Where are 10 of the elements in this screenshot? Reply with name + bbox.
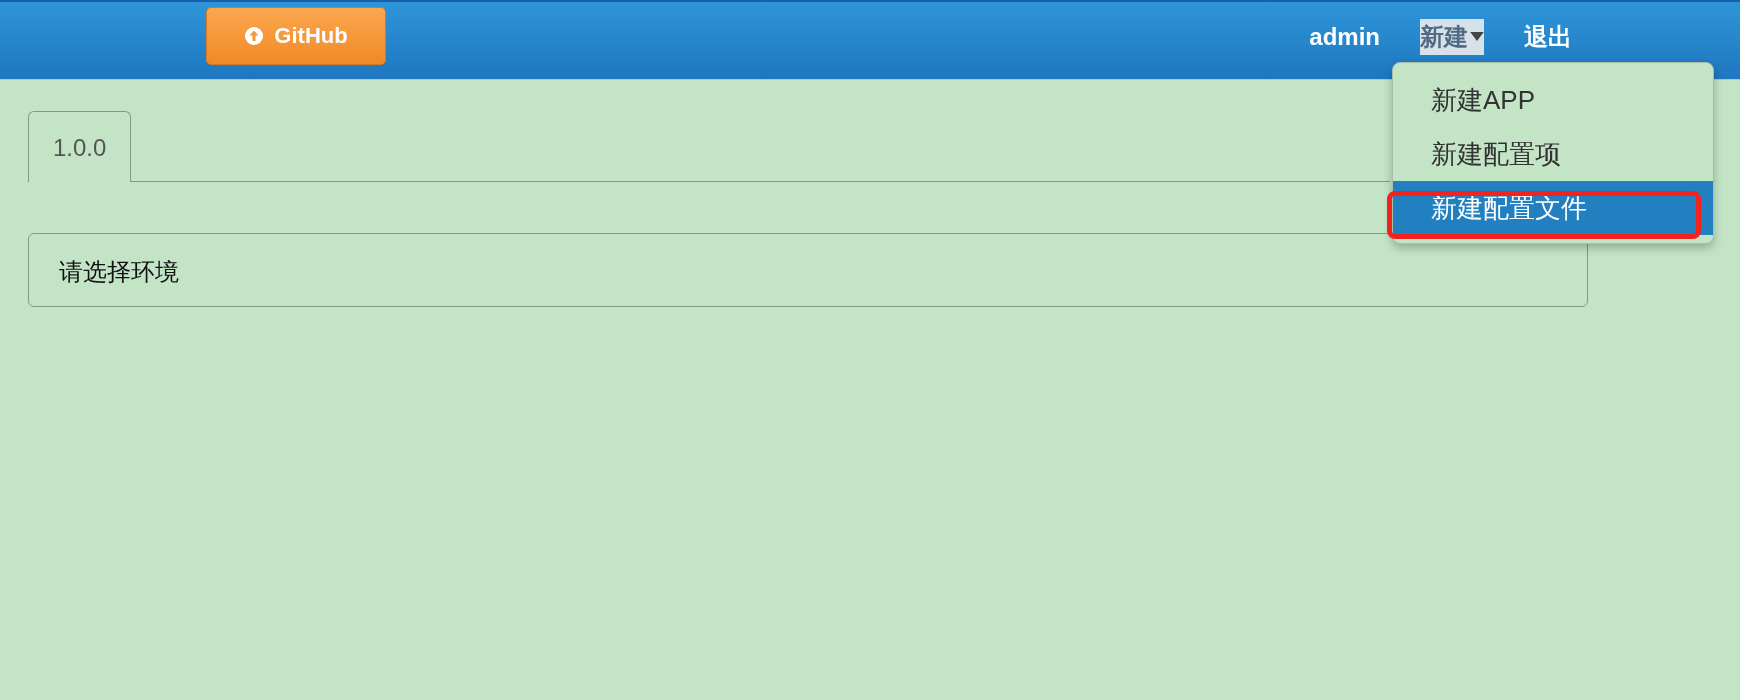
menu-item[interactable]: 新建配置项 xyxy=(1393,127,1713,181)
nav-link[interactable]: admin xyxy=(1309,20,1380,53)
caret-icon xyxy=(1470,32,1484,41)
upload-icon xyxy=(244,25,265,46)
nav-link[interactable]: 退出 xyxy=(1524,18,1572,55)
menu-item[interactable]: 新建APP xyxy=(1393,73,1713,127)
github-button[interactable]: GitHub xyxy=(206,6,386,65)
dropdown-toggle[interactable]: 新建 xyxy=(1420,18,1484,55)
tab[interactable]: 1.0.0 xyxy=(28,111,132,182)
alert-message: 请选择环境 xyxy=(28,233,1588,307)
